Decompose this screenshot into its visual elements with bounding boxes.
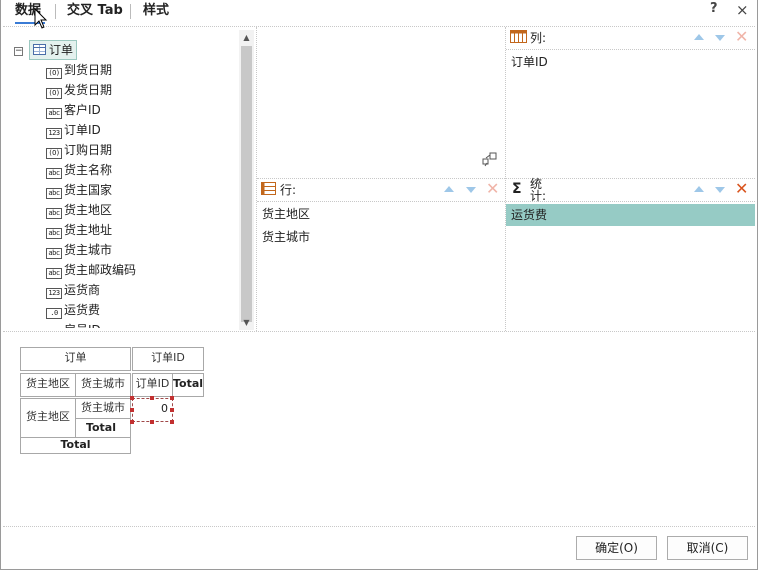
rows-zone-item[interactable]: 货主城市	[257, 226, 505, 248]
rows-zone-header: 行:	[280, 183, 297, 197]
cancel-button[interactable]: 取消(C)	[667, 536, 748, 560]
divider	[3, 331, 755, 332]
summary-header-line: 计:	[530, 189, 547, 203]
preview-row-field: 货主地区	[20, 373, 76, 397]
summary-zone-item[interactable]: 运货费	[506, 204, 755, 226]
field-type-date-icon: (O)	[46, 148, 62, 159]
resize-handle[interactable]	[170, 408, 174, 412]
preview-column-field: 订单ID	[132, 347, 204, 371]
field-list: (O) 到货日期 (O) 发货日期 abc 客户ID 123 订单ID (O) 订购日期 abc 货主…	[1, 0, 239, 328]
add-filter-icon[interactable]	[482, 152, 498, 168]
close-button[interactable]: ×	[736, 1, 749, 19]
field-item[interactable]: abc 客户ID	[46, 100, 101, 120]
field-type-date-icon: (O)	[46, 88, 62, 99]
divider	[256, 27, 257, 331]
field-type-string-icon: abc	[46, 268, 62, 279]
move-up-icon[interactable]	[444, 186, 454, 192]
preview-table-name: 订单	[20, 347, 131, 371]
resize-handle[interactable]	[150, 420, 154, 424]
preview-selected-cell[interactable]: 0	[132, 398, 173, 422]
remove-field-icon[interactable]: ✕	[735, 181, 748, 197]
preview-column-value: 订单ID	[132, 373, 173, 397]
remove-field-icon[interactable]: ✕	[486, 181, 499, 197]
preview-row-value: 货主城市	[75, 398, 131, 419]
field-item[interactable]: (O) 发货日期	[46, 80, 112, 100]
scroll-down-icon[interactable]: ▼	[242, 318, 251, 327]
divider	[506, 49, 755, 50]
divider	[257, 178, 755, 179]
field-type-string-icon: abc	[46, 168, 62, 179]
resize-handle[interactable]	[130, 408, 134, 412]
resize-handle[interactable]	[170, 420, 174, 424]
field-label: 货主名称	[64, 163, 113, 177]
field-type-date-icon: (O)	[46, 68, 62, 79]
field-item[interactable]: (O) 到货日期	[46, 60, 112, 80]
divider	[257, 201, 755, 202]
field-type-string-icon: abc	[46, 228, 62, 239]
resize-handle[interactable]	[130, 420, 134, 424]
columns-icon	[510, 30, 527, 43]
field-item[interactable]: .0 运货费	[46, 300, 100, 320]
help-button[interactable]: ?	[710, 1, 718, 16]
resize-handle[interactable]	[130, 396, 134, 400]
field-type-string-icon: abc	[46, 208, 62, 219]
scroll-thumb[interactable]	[241, 46, 252, 322]
move-up-icon[interactable]	[694, 34, 704, 40]
sigma-icon: Σ	[512, 181, 522, 197]
move-up-icon[interactable]	[694, 186, 704, 192]
field-item[interactable]: abc 货主国家	[46, 180, 112, 200]
field-item[interactable]: abc 货主邮政编码	[46, 260, 136, 280]
field-label: 运货费	[64, 303, 101, 317]
field-item[interactable]: 123雇员ID	[46, 320, 101, 328]
field-label: 客户ID	[64, 103, 101, 117]
rows-icon	[261, 182, 276, 195]
crosstab-dialog: 数据 交叉 Tab 样式 ? × − 订单 (O) 到货日期 (O) 发货日期 abc 客…	[0, 0, 758, 570]
tree-scrollbar[interactable]: ▲ ▼	[239, 30, 254, 330]
preview-grand-total: Total	[20, 437, 131, 454]
field-item[interactable]: (O) 订购日期	[46, 140, 112, 160]
field-label: 货主城市	[64, 243, 113, 257]
rows-zone-item[interactable]: 货主地区	[257, 203, 505, 225]
field-type-string-icon: abc	[46, 248, 62, 259]
field-type-string-icon: abc	[46, 108, 62, 119]
columns-zone-header: 列:	[530, 31, 547, 45]
remove-field-icon[interactable]: ✕	[735, 29, 748, 45]
resize-handle[interactable]	[170, 396, 174, 400]
preview-cell-value: 0	[161, 402, 168, 415]
preview-row-value: 货主地区	[20, 398, 76, 438]
resize-handle[interactable]	[150, 396, 154, 400]
preview-row-field: 货主城市	[75, 373, 131, 397]
field-item[interactable]: abc 货主地址	[46, 220, 112, 240]
field-label: 发货日期	[64, 83, 113, 97]
field-label: 货主国家	[64, 183, 113, 197]
field-item[interactable]: 123 订单ID	[46, 120, 101, 140]
field-label: 雇员ID	[64, 323, 101, 328]
columns-zone-item[interactable]: 订单ID	[506, 51, 755, 73]
field-label: 订单ID	[64, 123, 101, 137]
field-type-decimal-icon: .0	[46, 308, 62, 319]
field-item[interactable]: 123 运货商	[46, 280, 100, 300]
summary-zone-header: 统 计:	[530, 178, 546, 202]
field-label: 到货日期	[64, 63, 113, 77]
preview-subtotal: Total	[75, 418, 131, 438]
field-label: 货主地址	[64, 223, 113, 237]
scroll-up-icon[interactable]: ▲	[242, 33, 251, 42]
field-type-number-icon: 123	[46, 128, 62, 139]
field-label: 订购日期	[64, 143, 113, 157]
field-type-string-icon: abc	[46, 188, 62, 199]
field-label: 运货商	[64, 283, 101, 297]
field-type-number-icon: 123	[46, 288, 62, 299]
preview-column-total: Total	[172, 373, 204, 397]
field-item[interactable]: abc 货主名称	[46, 160, 112, 180]
field-item[interactable]: abc 货主地区	[46, 200, 112, 220]
move-down-icon[interactable]	[466, 187, 476, 193]
divider	[3, 526, 755, 527]
field-item[interactable]: abc 货主城市	[46, 240, 112, 260]
field-label: 货主邮政编码	[64, 263, 137, 277]
ok-button[interactable]: 确定(O)	[576, 536, 657, 560]
move-down-icon[interactable]	[715, 187, 725, 193]
move-down-icon[interactable]	[715, 35, 725, 41]
field-label: 货主地区	[64, 203, 113, 217]
